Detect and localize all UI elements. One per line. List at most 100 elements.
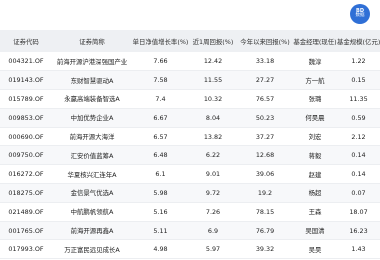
cell-name: 永赢高端装备智选A — [52, 89, 132, 109]
cell-ytd-return: 19.2 — [237, 183, 293, 203]
cell-scale: 0.15 — [337, 70, 380, 91]
cell-1w-return: 8.04 — [189, 108, 237, 128]
table-row[interactable]: 017993.OF 万正富民远见成长A 4.98 5.97 39.32 吴昊 1.43 — [0, 239, 380, 260]
cell-code: 004321.OF — [0, 52, 52, 72]
fund-table: 证券代码 证券简称 单日净值增长率(%) 近1周回报(%) 今年以来回报(%) … — [0, 30, 380, 260]
cell-1w-return: 13.82 — [189, 127, 237, 147]
cell-manager: 刘宏 — [293, 127, 337, 147]
table-row[interactable]: 009853.OF 中加优势企业A 6.67 8.04 50.23 何昊晨 0.59 — [0, 108, 380, 128]
table-row[interactable]: 000690.OF 前海开源大海洋 6.57 13.82 37.27 刘宏 2.12 — [0, 127, 380, 147]
table-row[interactable]: 015789.OF 永赢高端装备智选A 7.4 10.32 76.57 张璐 11.35 — [0, 89, 380, 109]
cell-scale: 11.35 — [337, 89, 380, 109]
cell-scale: 1.22 — [337, 52, 380, 72]
table-row[interactable]: 019143.OF 东财智慧驱动A 7.58 11.55 27.27 方一航 0.15 — [0, 70, 380, 91]
cell-ytd-return: 37.27 — [237, 127, 293, 147]
cell-code: 019143.OF — [0, 70, 52, 91]
cell-manager: 杨超 — [293, 183, 337, 203]
cell-scale: 2.12 — [337, 127, 380, 147]
cell-name: 汇安价值蓝筹A — [52, 145, 132, 166]
table-row[interactable]: 016272.OF 华夏核兴汇连年A 6.1 9.01 39.06 赵建 0.14 — [0, 164, 380, 185]
cell-name: 中加优势企业A — [52, 108, 132, 128]
cell-code: 009750.OF — [0, 145, 52, 166]
fund-ranking-page: BD 数据 证券代码 证券简称 单日净值增长率(%) 近1周回报(%) 今年以来… — [0, 0, 380, 260]
cell-daily-growth: 5.98 — [132, 183, 189, 203]
cell-daily-growth: 7.58 — [132, 70, 189, 91]
table-row[interactable]: 009750.OF 汇安价值蓝筹A 6.48 6.22 12.68 蒋毅 0.14 — [0, 145, 380, 166]
cell-name: 万正富民远见成长A — [52, 239, 132, 260]
cell-1w-return: 6.9 — [189, 221, 237, 241]
cell-name: 中航鹏帆领航A — [52, 202, 132, 222]
cell-code: 016272.OF — [0, 164, 52, 185]
cell-1w-return: 11.55 — [189, 70, 237, 91]
header-manager[interactable]: 基金经理(现任) — [293, 30, 337, 52]
cell-1w-return: 6.22 — [189, 145, 237, 166]
cell-manager: 蒋毅 — [293, 145, 337, 166]
cell-ytd-return: 27.27 — [237, 70, 293, 91]
cell-name: 前海开源再鑫A — [52, 221, 132, 241]
cell-daily-growth: 7.66 — [132, 52, 189, 72]
cell-manager: 何昊晨 — [293, 108, 337, 128]
cell-code: 015789.OF — [0, 89, 52, 109]
table-row[interactable]: 018275.OF 金信景气优选A 5.98 9.72 19.2 杨超 0.07 — [0, 183, 380, 203]
header-ytd-return[interactable]: 今年以来回报(%) — [237, 30, 293, 52]
cell-code: 001765.OF — [0, 221, 52, 241]
cell-code: 018275.OF — [0, 183, 52, 203]
cell-name: 金信景气优选A — [52, 183, 132, 203]
header-scale[interactable]: 基金规模(亿元) — [337, 30, 380, 52]
cell-code: 021489.OF — [0, 202, 52, 222]
cell-scale: 16.23 — [337, 221, 380, 241]
cell-name: 华夏核兴汇连年A — [52, 164, 132, 185]
cell-name: 前海开源沪港深强国产业 — [52, 52, 132, 72]
cell-manager: 方一航 — [293, 70, 337, 91]
cell-manager: 王森 — [293, 202, 337, 222]
cell-ytd-return: 76.79 — [237, 221, 293, 241]
cell-manager: 吴昊 — [293, 239, 337, 260]
cell-ytd-return: 39.32 — [237, 239, 293, 260]
cell-daily-growth: 7.4 — [132, 89, 189, 109]
table-row[interactable]: 001765.OF 前海开源再鑫A 5.11 6.9 76.79 吴国清 16.23 — [0, 221, 380, 241]
cell-1w-return: 9.01 — [189, 164, 237, 185]
bd-logo: BD 数据 — [350, 4, 370, 24]
cell-manager: 魏淳 — [293, 52, 337, 72]
cell-name: 东财智慧驱动A — [52, 70, 132, 91]
cell-1w-return: 7.26 — [189, 202, 237, 222]
header-daily-growth[interactable]: 单日净值增长率(%) — [132, 30, 189, 52]
cell-ytd-return: 12.68 — [237, 145, 293, 166]
cell-name: 前海开源大海洋 — [52, 127, 132, 147]
cell-ytd-return: 76.57 — [237, 89, 293, 109]
cell-ytd-return: 50.23 — [237, 108, 293, 128]
cell-1w-return: 10.32 — [189, 89, 237, 109]
cell-daily-growth: 6.1 — [132, 164, 189, 185]
cell-daily-growth: 5.16 — [132, 202, 189, 222]
cell-1w-return: 9.72 — [189, 183, 237, 203]
cell-daily-growth: 6.48 — [132, 145, 189, 166]
header-1w-return[interactable]: 近1周回报(%) — [189, 30, 237, 52]
cell-manager: 张璐 — [293, 89, 337, 109]
cell-code: 009853.OF — [0, 108, 52, 128]
cell-daily-growth: 5.11 — [132, 221, 189, 241]
logo-line2: 数据 — [355, 13, 365, 19]
cell-daily-growth: 6.67 — [132, 108, 189, 128]
cell-ytd-return: 39.06 — [237, 164, 293, 185]
cell-daily-growth: 6.57 — [132, 127, 189, 147]
header-name[interactable]: 证券简称 — [52, 30, 132, 52]
cell-ytd-return: 78.15 — [237, 202, 293, 222]
cell-scale: 0.59 — [337, 108, 380, 128]
header-code[interactable]: 证券代码 — [0, 30, 52, 52]
cell-manager: 赵建 — [293, 164, 337, 185]
table-header-row: 证券代码 证券简称 单日净值增长率(%) 近1周回报(%) 今年以来回报(%) … — [0, 30, 380, 52]
table-row[interactable]: 021489.OF 中航鹏帆领航A 5.16 7.26 78.15 王森 18.07 — [0, 202, 380, 222]
table-row[interactable]: 004321.OF 前海开源沪港深强国产业 7.66 12.42 33.18 魏淳 1.22 — [0, 52, 380, 72]
cell-manager: 吴国清 — [293, 221, 337, 241]
cell-scale: 0.07 — [337, 183, 380, 203]
cell-scale: 1.43 — [337, 239, 380, 260]
cell-code: 000690.OF — [0, 127, 52, 147]
cell-scale: 18.07 — [337, 202, 380, 222]
cell-daily-growth: 4.98 — [132, 239, 189, 260]
cell-ytd-return: 33.18 — [237, 52, 293, 72]
cell-scale: 0.14 — [337, 145, 380, 166]
table-body: 004321.OF 前海开源沪港深强国产业 7.66 12.42 33.18 魏淳 1.22… — [0, 52, 380, 260]
cell-1w-return: 12.42 — [189, 52, 237, 72]
cell-scale: 0.14 — [337, 164, 380, 185]
cell-code: 017993.OF — [0, 239, 52, 260]
